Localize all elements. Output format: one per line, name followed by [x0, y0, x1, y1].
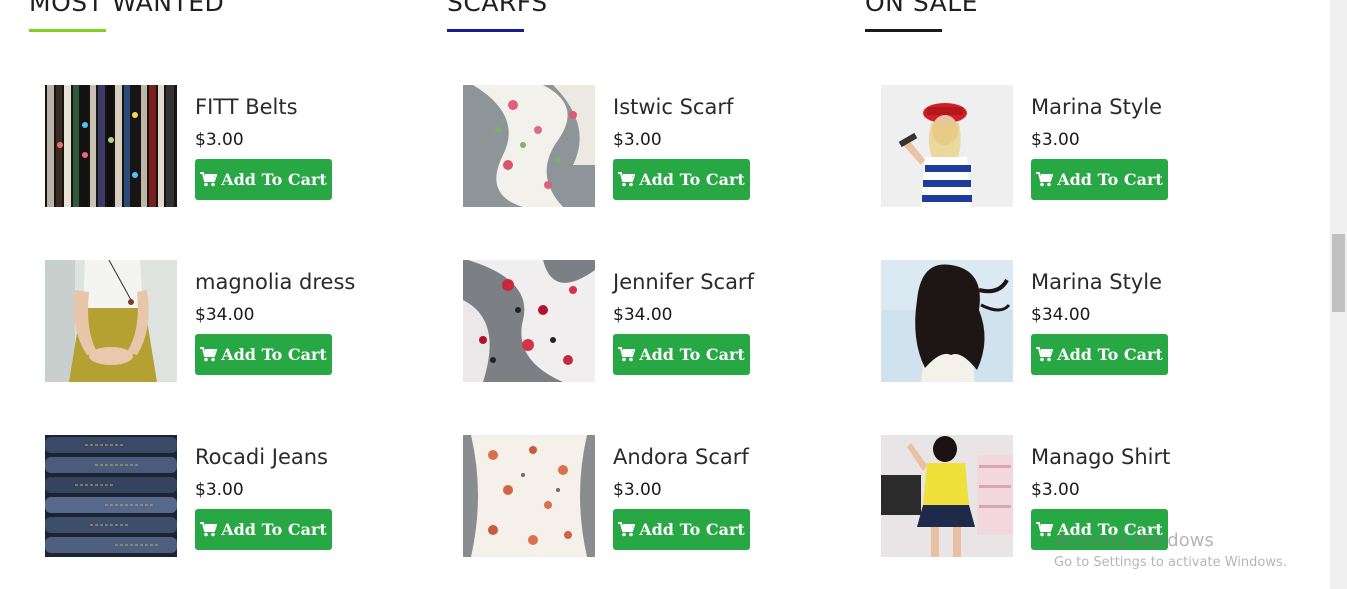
shopping-cart-icon — [1036, 172, 1054, 187]
add-to-cart-button[interactable]: Add To Cart — [613, 334, 750, 375]
shopping-cart-icon — [200, 522, 218, 537]
product-price: $3.00 — [613, 480, 662, 500]
product-price: $3.00 — [1031, 480, 1080, 500]
product-name[interactable]: FITT Belts — [195, 95, 298, 119]
heading-underline — [447, 29, 524, 32]
product-name[interactable]: Rocadi Jeans — [195, 445, 328, 469]
product-name[interactable]: Jennifer Scarf — [613, 270, 754, 294]
shopping-cart-icon — [1036, 347, 1054, 362]
column-heading: ON SALE — [865, 0, 978, 17]
add-to-cart-button[interactable]: Add To Cart — [1031, 509, 1168, 550]
product-card: Manago Shirt $3.00 Add To Cart — [881, 435, 1261, 557]
add-to-cart-button[interactable]: Add To Cart — [195, 159, 332, 200]
scrollbar-thumb[interactable] — [1332, 234, 1345, 312]
product-image-jeans[interactable] — [45, 435, 177, 557]
add-to-cart-button[interactable]: Add To Cart — [195, 509, 332, 550]
product-name[interactable]: Istwic Scarf — [613, 95, 733, 119]
add-to-cart-button[interactable]: Add To Cart — [613, 509, 750, 550]
button-label: Add To Cart — [221, 345, 327, 364]
product-image-scarf[interactable] — [463, 85, 595, 207]
button-label: Add To Cart — [1057, 345, 1163, 364]
button-label: Add To Cart — [639, 345, 745, 364]
shopping-cart-icon — [618, 522, 636, 537]
add-to-cart-button[interactable]: Add To Cart — [1031, 159, 1168, 200]
button-label: Add To Cart — [639, 170, 745, 189]
product-name[interactable]: Manago Shirt — [1031, 445, 1170, 469]
product-image-model[interactable] — [881, 260, 1013, 382]
product-name[interactable]: magnolia dress — [195, 270, 355, 294]
vertical-scrollbar[interactable] — [1330, 0, 1347, 589]
product-name[interactable]: Marina Style — [1031, 270, 1162, 294]
shopping-cart-icon — [200, 172, 218, 187]
button-label: Add To Cart — [1057, 520, 1163, 539]
product-card: Istwic Scarf $3.00 Add To Cart — [463, 85, 843, 207]
product-card: Jennifer Scarf $34.00 Add To Cart — [463, 260, 843, 382]
product-price: $3.00 — [195, 130, 244, 150]
product-card: Marina Style $3.00 Add To Cart — [881, 85, 1261, 207]
product-card: magnolia dress $34.00 Add To Cart — [45, 260, 425, 382]
product-image-belts[interactable] — [45, 85, 177, 207]
button-label: Add To Cart — [1057, 170, 1163, 189]
shopping-cart-icon — [200, 347, 218, 362]
product-price: $3.00 — [613, 130, 662, 150]
button-label: Add To Cart — [221, 520, 327, 539]
column-heading: SCARFS — [447, 0, 548, 17]
product-card: FITT Belts $3.00 Add To Cart — [45, 85, 425, 207]
product-price: $34.00 — [613, 305, 673, 325]
product-card: Marina Style $34.00 Add To Cart — [881, 260, 1261, 382]
product-card: Andora Scarf $3.00 Add To Cart — [463, 435, 843, 557]
product-image-scarf[interactable] — [463, 260, 595, 382]
add-to-cart-button[interactable]: Add To Cart — [195, 334, 332, 375]
product-image-model[interactable] — [881, 435, 1013, 557]
column-heading: MOST WANTED — [29, 0, 225, 17]
watermark-subtitle: Go to Settings to activate Windows. — [1054, 555, 1287, 570]
product-price: $3.00 — [1031, 130, 1080, 150]
product-price: $34.00 — [195, 305, 255, 325]
product-image-model[interactable] — [881, 85, 1013, 207]
shopping-cart-icon — [1036, 522, 1054, 537]
product-name[interactable]: Marina Style — [1031, 95, 1162, 119]
product-price: $3.00 — [195, 480, 244, 500]
shopping-cart-icon — [618, 347, 636, 362]
product-image-scarf[interactable] — [463, 435, 595, 557]
product-price: $34.00 — [1031, 305, 1091, 325]
heading-underline — [29, 29, 106, 32]
button-label: Add To Cart — [221, 170, 327, 189]
button-label: Add To Cart — [639, 520, 745, 539]
product-name[interactable]: Andora Scarf — [613, 445, 749, 469]
add-to-cart-button[interactable]: Add To Cart — [1031, 334, 1168, 375]
product-card: Rocadi Jeans $3.00 Add To Cart — [45, 435, 425, 557]
shopping-cart-icon — [618, 172, 636, 187]
heading-underline — [865, 29, 942, 32]
product-image-dress[interactable] — [45, 260, 177, 382]
add-to-cart-button[interactable]: Add To Cart — [613, 159, 750, 200]
